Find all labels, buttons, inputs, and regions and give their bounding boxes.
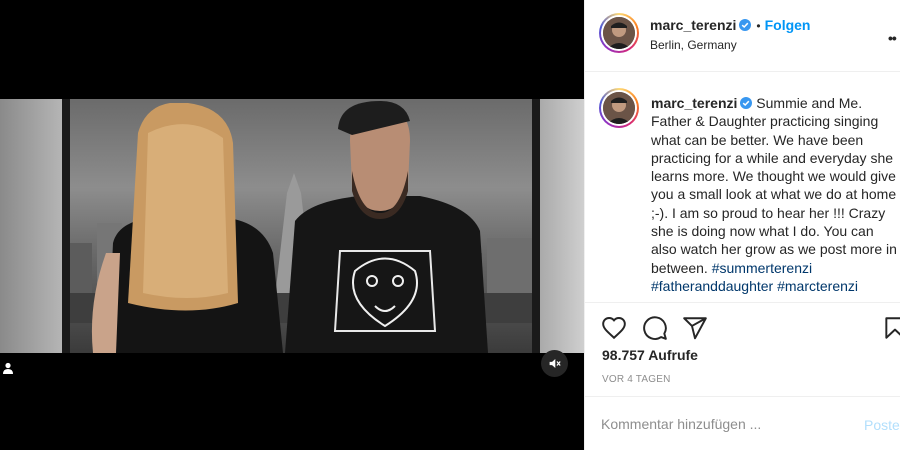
video-wall-left xyxy=(0,99,62,353)
muted-speaker-icon xyxy=(549,359,561,368)
avatar-photo xyxy=(603,92,635,124)
view-count[interactable]: 98.757 Aufrufe xyxy=(602,347,698,363)
caption-text: marc_terenzi Summie and Me. Father & Dau… xyxy=(651,94,900,295)
video-frame[interactable] xyxy=(0,99,584,353)
caption-area: marc_terenzi Summie and Me. Father & Dau… xyxy=(585,72,900,302)
verified-icon xyxy=(739,19,752,31)
user-icon[interactable] xyxy=(2,362,14,374)
caption-body: Summie and Me. Father & Daughter practic… xyxy=(651,95,897,276)
window-frame-bar xyxy=(532,99,540,353)
post-comment-button[interactable]: Posten xyxy=(864,417,900,433)
location-link[interactable]: Berlin, Germany xyxy=(650,38,737,52)
video-player[interactable] xyxy=(0,0,584,450)
dot-separator: • xyxy=(756,19,761,33)
comment-icon[interactable] xyxy=(642,315,668,341)
video-wall-right xyxy=(540,99,584,353)
hashtag-link[interactable]: #marcterenzi xyxy=(777,278,858,294)
mute-button[interactable] xyxy=(541,350,568,377)
follow-button[interactable]: Folgen xyxy=(765,17,811,33)
more-options-icon[interactable]: •• xyxy=(888,30,897,46)
video-person-man xyxy=(285,101,488,353)
window-frame-bar xyxy=(62,99,70,353)
share-icon[interactable] xyxy=(682,315,708,341)
caption-username[interactable]: marc_terenzi xyxy=(651,95,737,111)
avatar[interactable] xyxy=(599,88,639,128)
header-username[interactable]: marc_terenzi xyxy=(650,17,736,33)
avatar[interactable] xyxy=(599,13,639,53)
header-user-line: marc_terenzi • Folgen xyxy=(650,17,810,33)
avatar-photo xyxy=(603,17,635,49)
comment-input[interactable] xyxy=(601,416,841,432)
hashtag-link[interactable]: #summerterenzi xyxy=(712,260,812,276)
hashtag-link[interactable]: #fatheranddaughter xyxy=(651,278,773,294)
comment-box: Posten xyxy=(585,396,900,450)
video-person-girl xyxy=(91,103,283,353)
post-side-panel: marc_terenzi • Folgen Berlin, Germany •• m… xyxy=(584,0,900,450)
post-timestamp[interactable]: VOR 4 TAGEN xyxy=(602,374,671,385)
heart-icon[interactable] xyxy=(601,315,627,341)
post-header: marc_terenzi • Folgen Berlin, Germany •• xyxy=(585,0,900,72)
bookmark-icon[interactable] xyxy=(882,315,900,341)
verified-icon xyxy=(740,97,753,109)
